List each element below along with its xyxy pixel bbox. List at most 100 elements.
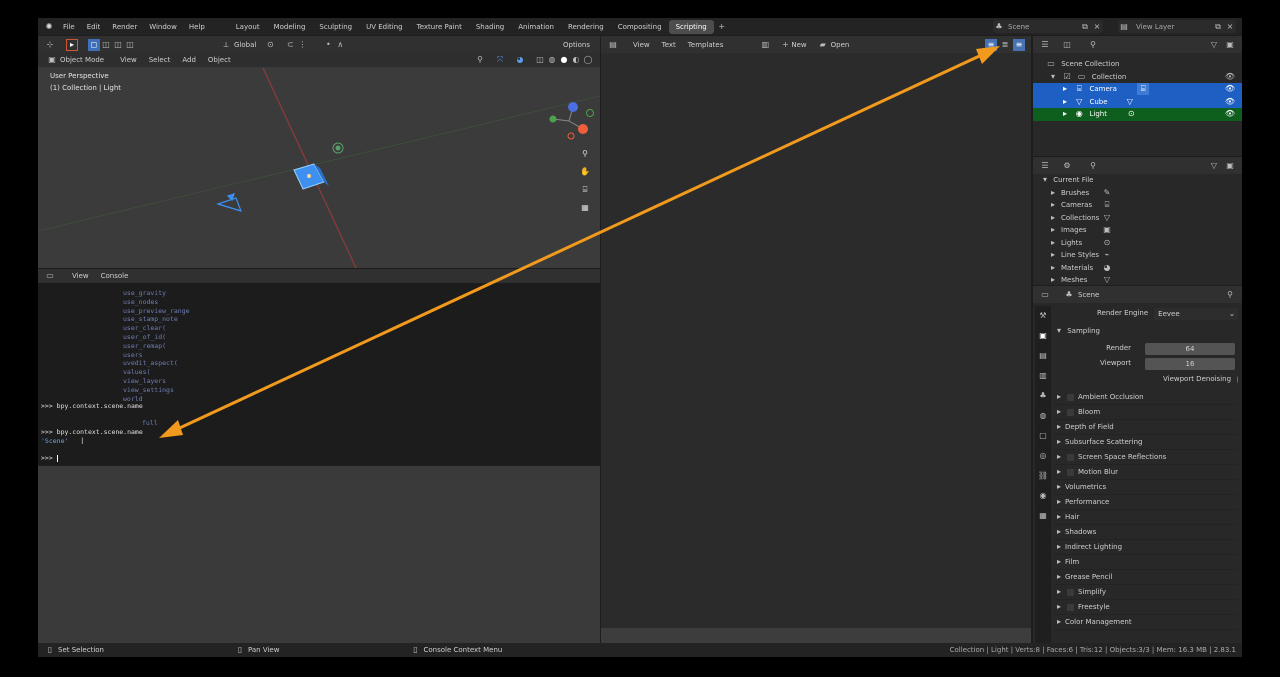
checkbox-icon[interactable]: ☑ <box>1061 71 1073 83</box>
panel-subsurface-scattering[interactable]: ▸ Subsurface Scattering <box>1053 435 1238 450</box>
close-icon[interactable]: × <box>1091 21 1103 33</box>
panel-indirect-lighting[interactable]: ▸ Indirect Lighting <box>1053 540 1238 555</box>
outliner-area[interactable]: ☰ ◫ ⚲ ▽ ▣ ▭ Scene Collection ▾ ☑ ▭ Colle… <box>1033 36 1242 156</box>
menu-file[interactable]: File <box>57 23 81 31</box>
object-data-tab-icon[interactable]: ◉ <box>1037 490 1049 502</box>
browser-item-cameras[interactable]: ▸ Cameras ⌸ <box>1033 199 1242 212</box>
menu-edit[interactable]: Edit <box>81 23 107 31</box>
text-editor-area[interactable]: ▤ View Text Templates ▥ + New ▰ Open ≡ ≣ ≡ <box>601 36 1031 643</box>
viewport-denoising-checkbox[interactable] <box>1237 376 1238 383</box>
search-icon[interactable]: ⚲ <box>1087 39 1099 51</box>
light-row[interactable]: ▸ ◉ Light ⊙ 👁 <box>1033 108 1242 121</box>
close-icon[interactable]: × <box>1224 21 1236 33</box>
texture-tab-icon[interactable]: ▦ <box>1037 510 1049 522</box>
filter-icon[interactable]: ▽ <box>1208 160 1220 172</box>
tab-scripting[interactable]: Scripting <box>668 19 714 34</box>
panel-motion-blur[interactable]: ▸ Motion Blur <box>1053 465 1238 480</box>
console-input[interactable]: >>> <box>41 454 58 463</box>
cube-row[interactable]: ▸ ▽ Cube ▽ 👁 <box>1033 95 1242 108</box>
panel-film[interactable]: ▸ Film <box>1053 555 1238 570</box>
zoom-icon[interactable]: ⚲ <box>579 148 591 160</box>
open-button[interactable]: Open <box>831 41 850 49</box>
sampling-panel-header[interactable]: ▾ Sampling <box>1053 324 1238 339</box>
display-mode-icon[interactable]: ⚙ <box>1061 160 1073 172</box>
tab-shading[interactable]: Shading <box>469 20 511 34</box>
eye-icon[interactable]: 👁 <box>1224 96 1236 108</box>
blend-file-browser-area[interactable]: ☰ ⚙ ⚲ ▽ ▣ ▾ Current File ▸ Brushes ✎ ▸ Camer… <box>1033 157 1242 285</box>
world-tab-icon[interactable]: ◍ <box>1037 410 1049 422</box>
menu-help[interactable]: Help <box>183 23 211 31</box>
panel-hair[interactable]: ▸ Hair <box>1053 510 1238 525</box>
render-tab-icon[interactable]: ▣ <box>1037 330 1049 342</box>
filter-icon[interactable]: ▽ <box>1208 39 1220 51</box>
new-button[interactable]: New <box>791 41 806 49</box>
new-icon[interactable]: + <box>779 39 791 51</box>
new-collection-icon[interactable]: ▣ <box>1224 39 1236 51</box>
render-engine-dropdown[interactable]: Eevee ⌄ <box>1154 307 1238 320</box>
grid-view-icon[interactable]: ▦ <box>579 202 591 214</box>
editor-type-icon[interactable]: ▭ <box>1039 289 1051 301</box>
panel-checkbox[interactable] <box>1067 468 1074 476</box>
text-editor-body[interactable] <box>601 53 1031 628</box>
expand-arrow-icon[interactable]: ▸ <box>1047 262 1059 274</box>
syntax-highlight-icon[interactable]: ≡ <box>1013 38 1025 51</box>
tab-compositing[interactable]: Compositing <box>611 20 669 34</box>
viewport-area[interactable]: ⊹ ▸ ◻ ◫ ◫ ◫ ⟂ Global ⊙ ⊂ ⋮ • ∧ Options ▣… <box>38 36 600 268</box>
viewport-samples-field[interactable]: 16 <box>1145 357 1235 370</box>
console-menu-view[interactable]: View <box>66 272 95 280</box>
panel-checkbox[interactable] <box>1067 588 1074 596</box>
panel-depth-of-field[interactable]: ▸ Depth of Field <box>1053 420 1238 435</box>
menu-render[interactable]: Render <box>106 23 143 31</box>
collection-row[interactable]: ▾ ☑ ▭ Collection 👁 <box>1033 71 1242 84</box>
expand-arrow-icon[interactable]: ▸ <box>1047 199 1059 211</box>
expand-arrow-icon[interactable]: ▸ <box>1059 83 1071 95</box>
tab-rendering[interactable]: Rendering <box>561 20 611 34</box>
panel-bloom[interactable]: ▸ Bloom <box>1053 405 1238 420</box>
eye-icon[interactable]: 👁 <box>1224 71 1236 83</box>
properties-area[interactable]: ▭ ♣ Scene ⚲ ⚒ ▣ ▤ ▥ ♣ ◍ ▢ ◎ ⛓ ◉ ▦ Render… <box>1033 286 1242 643</box>
editor-type-icon[interactable]: ▭ <box>44 270 56 282</box>
constraints-tab-icon[interactable]: ⛓ <box>1037 470 1049 482</box>
eye-icon[interactable]: 👁 <box>1224 108 1236 120</box>
expand-arrow-icon[interactable]: ▾ <box>1047 71 1059 83</box>
browser-item-materials[interactable]: ▸ Materials ◕ <box>1033 262 1242 275</box>
expand-arrow-icon[interactable]: ▸ <box>1047 249 1059 261</box>
browser-item-line-styles[interactable]: ▸ Line Styles ⌁ <box>1033 249 1242 262</box>
display-mode-icon[interactable]: ◫ <box>1061 39 1073 51</box>
add-workspace-icon[interactable]: + <box>716 21 728 33</box>
panel-color-management[interactable]: ▸ Color Management <box>1053 615 1238 630</box>
panel-screen-space-reflections[interactable]: ▸ Screen Space Reflections <box>1053 450 1238 465</box>
editor-type-icon[interactable]: ▤ <box>607 39 619 51</box>
eye-icon[interactable]: 👁 <box>1224 83 1236 95</box>
word-wrap-icon[interactable]: ≣ <box>999 39 1011 51</box>
panel-freestyle[interactable]: ▸ Freestyle <box>1053 600 1238 615</box>
object-tab-icon[interactable]: ▢ <box>1037 430 1049 442</box>
tab-texture-paint[interactable]: Texture Paint <box>410 20 469 34</box>
blender-logo-icon[interactable]: ✺ <box>43 21 55 33</box>
panel-volumetrics[interactable]: ▸ Volumetrics <box>1053 480 1238 495</box>
panel-performance[interactable]: ▸ Performance <box>1053 495 1238 510</box>
scene-tab-icon[interactable]: ♣ <box>1037 390 1049 402</box>
panel-grease-pencil[interactable]: ▸ Grease Pencil <box>1053 570 1238 585</box>
empty-editor-area[interactable] <box>38 466 600 643</box>
text-datablock-icon[interactable]: ▥ <box>759 39 771 51</box>
current-file-row[interactable]: ▾ Current File <box>1033 174 1242 187</box>
browser-item-meshes[interactable]: ▸ Meshes ▽ <box>1033 274 1242 285</box>
camera-view-icon[interactable]: ⌸ <box>579 184 591 196</box>
tool-tab-icon[interactable]: ⚒ <box>1037 310 1049 322</box>
browser-item-brushes[interactable]: ▸ Brushes ✎ <box>1033 187 1242 200</box>
render-samples-field[interactable]: 64 <box>1145 342 1235 355</box>
view-layer-tab-icon[interactable]: ▥ <box>1037 370 1049 382</box>
line-numbers-icon[interactable]: ≡ <box>985 38 997 51</box>
tab-layout[interactable]: Layout <box>229 20 267 34</box>
scene-selector[interactable]: ♣ Scene ⧉ × <box>993 20 1103 33</box>
menu-window[interactable]: Window <box>143 23 183 31</box>
browser-item-images[interactable]: ▸ Images ▣ <box>1033 224 1242 237</box>
panel-checkbox[interactable] <box>1067 603 1074 611</box>
expand-arrow-icon[interactable]: ▸ <box>1059 108 1071 120</box>
panel-checkbox[interactable] <box>1067 453 1074 461</box>
tab-modeling[interactable]: Modeling <box>267 20 313 34</box>
pan-hand-icon[interactable]: ✋ <box>579 166 591 178</box>
editor-type-icon[interactable]: ☰ <box>1039 160 1051 172</box>
text-menu-view[interactable]: View <box>627 41 656 49</box>
